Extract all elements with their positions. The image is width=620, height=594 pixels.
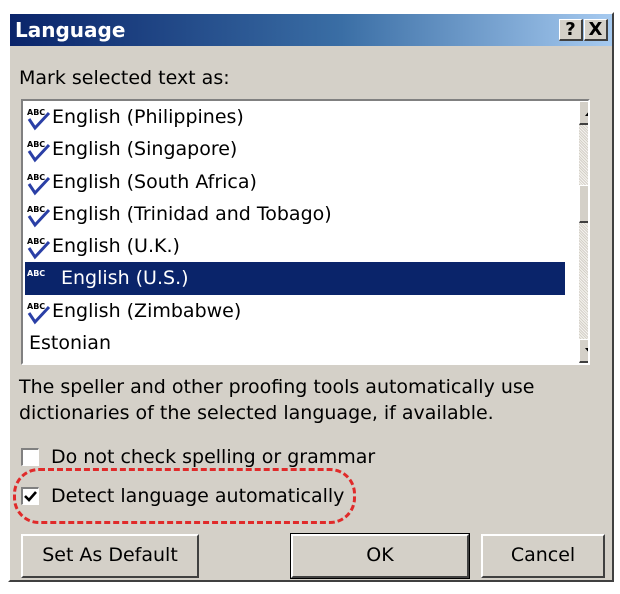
- scroll-thumb[interactable]: [579, 185, 588, 223]
- set-as-default-button[interactable]: Set As Default: [21, 534, 199, 578]
- spellcheck-icon: ABC: [27, 269, 45, 278]
- language-label: English (Zimbabwe): [52, 299, 242, 322]
- no-check-label: Do not check spelling or grammar: [51, 446, 376, 468]
- spellcheck-icon: ABC: [27, 108, 51, 131]
- language-item[interactable]: ABC English (U.K.): [25, 230, 565, 262]
- language-label: English (Singapore): [52, 138, 238, 161]
- language-listbox[interactable]: ABC English (Philippines) ABC English (Sing…: [21, 99, 590, 365]
- cancel-button[interactable]: Cancel: [481, 534, 605, 578]
- language-item[interactable]: ABC English (Singapore): [25, 133, 565, 165]
- highlight-annotation: [13, 468, 356, 524]
- spellcheck-icon: ABC: [27, 237, 51, 260]
- ok-button[interactable]: OK: [290, 533, 470, 579]
- spellcheck-icon: ABC: [27, 173, 51, 196]
- language-label: Estonian: [29, 332, 111, 355]
- language-label: English (Trinidad and Tobago): [52, 202, 332, 225]
- dialog-title: Language: [15, 18, 126, 42]
- scroll-down-button[interactable]: [579, 339, 588, 363]
- language-item[interactable]: Estonian: [25, 327, 565, 359]
- svg-text:ABC: ABC: [27, 269, 45, 278]
- language-item[interactable]: ABC English (Zimbabwe): [25, 295, 565, 327]
- list-label: Mark selected text as:: [19, 67, 230, 89]
- help-button[interactable]: ?: [559, 19, 583, 41]
- scroll-up-button[interactable]: [579, 101, 588, 125]
- svg-text:ABC: ABC: [27, 108, 45, 117]
- language-label: English (U.S.): [61, 267, 189, 290]
- vertical-scrollbar[interactable]: [579, 101, 588, 363]
- svg-text:ABC: ABC: [27, 173, 45, 182]
- spellcheck-icon: ABC: [27, 140, 51, 163]
- language-item[interactable]: ABC English (South Africa): [25, 166, 565, 198]
- no-check-checkbox[interactable]: [21, 448, 39, 466]
- title-bar[interactable]: Language ? X: [10, 14, 612, 46]
- language-label: English (U.K.): [52, 235, 180, 258]
- language-label: English (South Africa): [52, 170, 257, 193]
- spellcheck-icon: ABC: [27, 302, 51, 325]
- language-item[interactable]: ABC English (U.S.): [25, 262, 565, 295]
- spellcheck-icon: ABC: [27, 205, 51, 228]
- close-button[interactable]: X: [584, 19, 608, 41]
- svg-text:ABC: ABC: [27, 205, 45, 214]
- info-text: The speller and other proofing tools aut…: [19, 376, 535, 424]
- language-item[interactable]: ABC English (Trinidad and Tobago): [25, 198, 565, 230]
- arrow-down-icon: [585, 348, 588, 352]
- language-label: English (Philippines): [52, 106, 244, 128]
- language-dialog: Language ? X Mark selected text as: ABC E…: [8, 12, 614, 582]
- svg-text:ABC: ABC: [27, 140, 45, 149]
- svg-text:ABC: ABC: [27, 302, 45, 311]
- arrow-up-icon: [585, 112, 588, 116]
- svg-text:ABC: ABC: [27, 237, 45, 246]
- language-item[interactable]: ABC English (Philippines): [25, 101, 565, 133]
- language-list: ABC English (Philippines) ABC English (Sing…: [25, 101, 565, 359]
